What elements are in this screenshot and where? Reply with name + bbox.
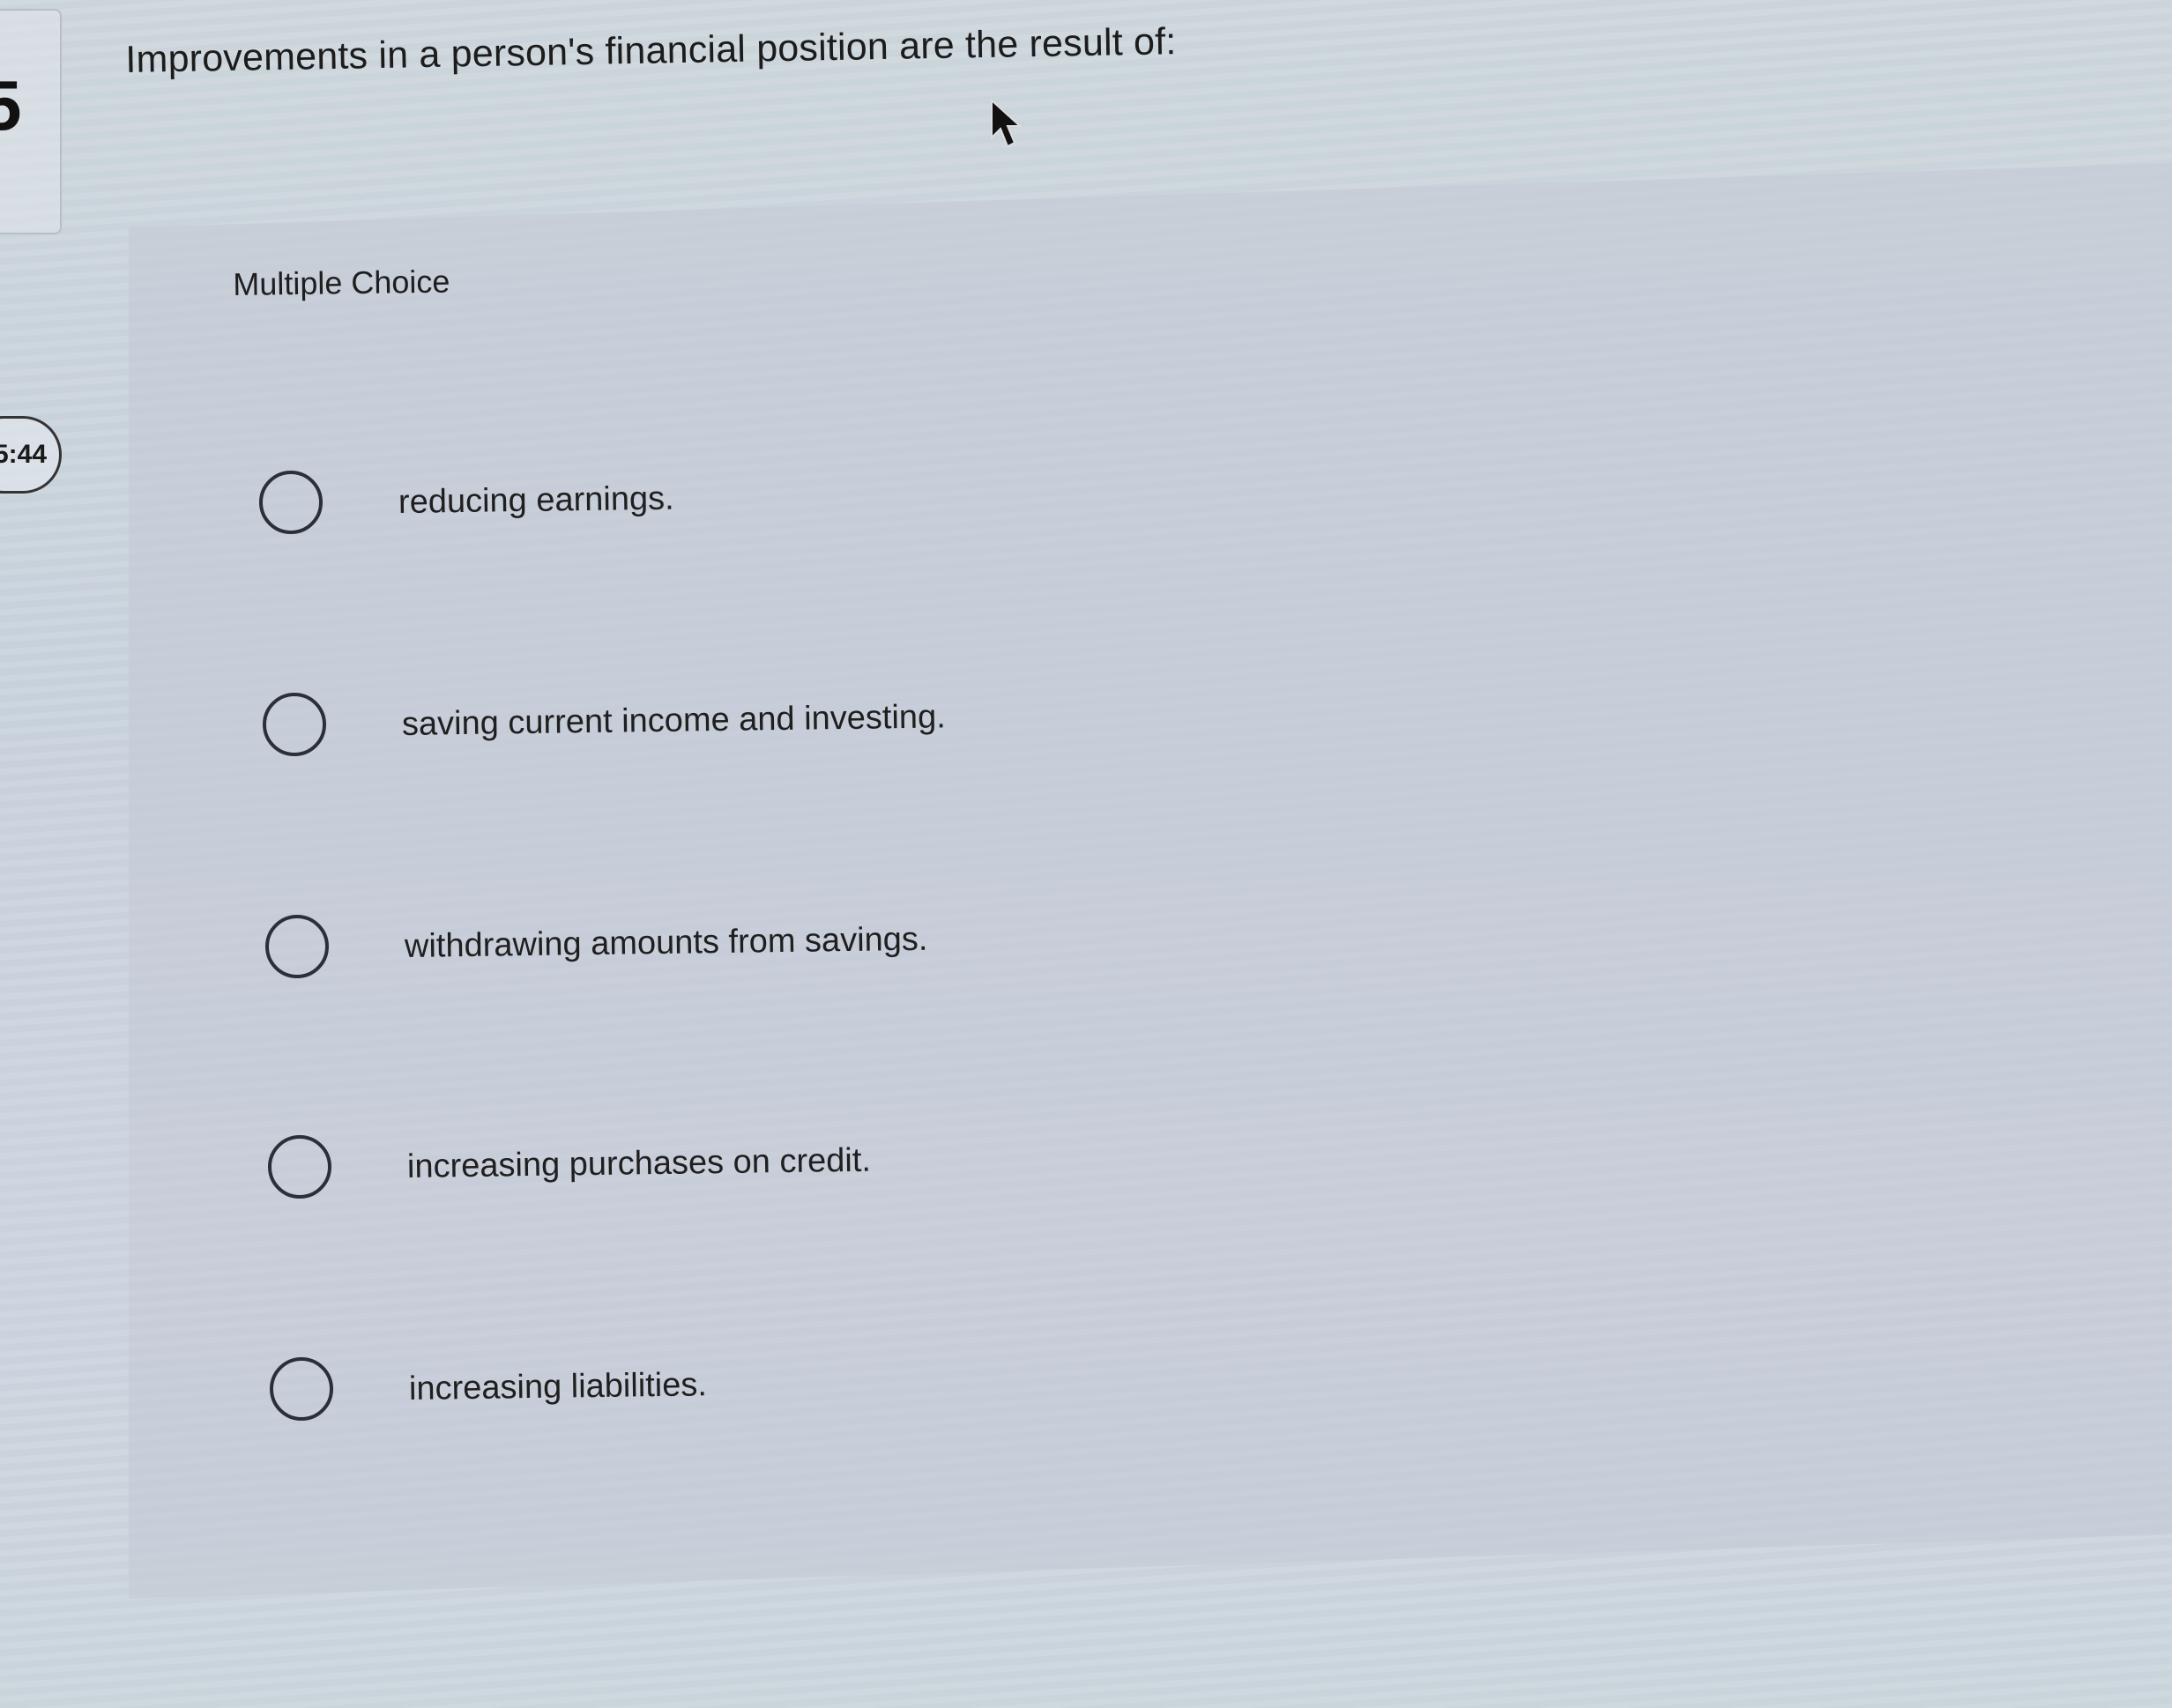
radio-button-icon[interactable] — [259, 471, 323, 534]
radio-button-icon[interactable] — [263, 693, 326, 756]
question-type-label: Multiple Choice — [233, 263, 450, 302]
answer-option-5[interactable]: increasing liabilities. — [270, 1352, 707, 1426]
answer-option-label: reducing earnings. — [398, 479, 674, 521]
radio-button-icon[interactable] — [270, 1357, 333, 1421]
radio-button-icon[interactable] — [265, 915, 329, 978]
answer-option-label: increasing liabilities. — [408, 1365, 708, 1407]
mouse-pointer-icon — [991, 99, 1023, 148]
answer-option-label: withdrawing amounts from savings. — [404, 920, 928, 965]
answer-option-1[interactable]: reducing earnings. — [259, 465, 674, 539]
question-number: 5 — [0, 66, 22, 145]
answer-option-4[interactable]: increasing purchases on credit. — [268, 1130, 871, 1204]
answer-option-label: saving current income and investing. — [401, 697, 947, 743]
answer-option-3[interactable]: withdrawing amounts from savings. — [265, 910, 928, 984]
radio-button-icon[interactable] — [268, 1135, 331, 1199]
timer-text: 5:44 — [0, 440, 47, 469]
answer-option-2[interactable]: saving current income and investing. — [263, 687, 946, 761]
answer-option-label: increasing purchases on credit. — [406, 1141, 872, 1185]
